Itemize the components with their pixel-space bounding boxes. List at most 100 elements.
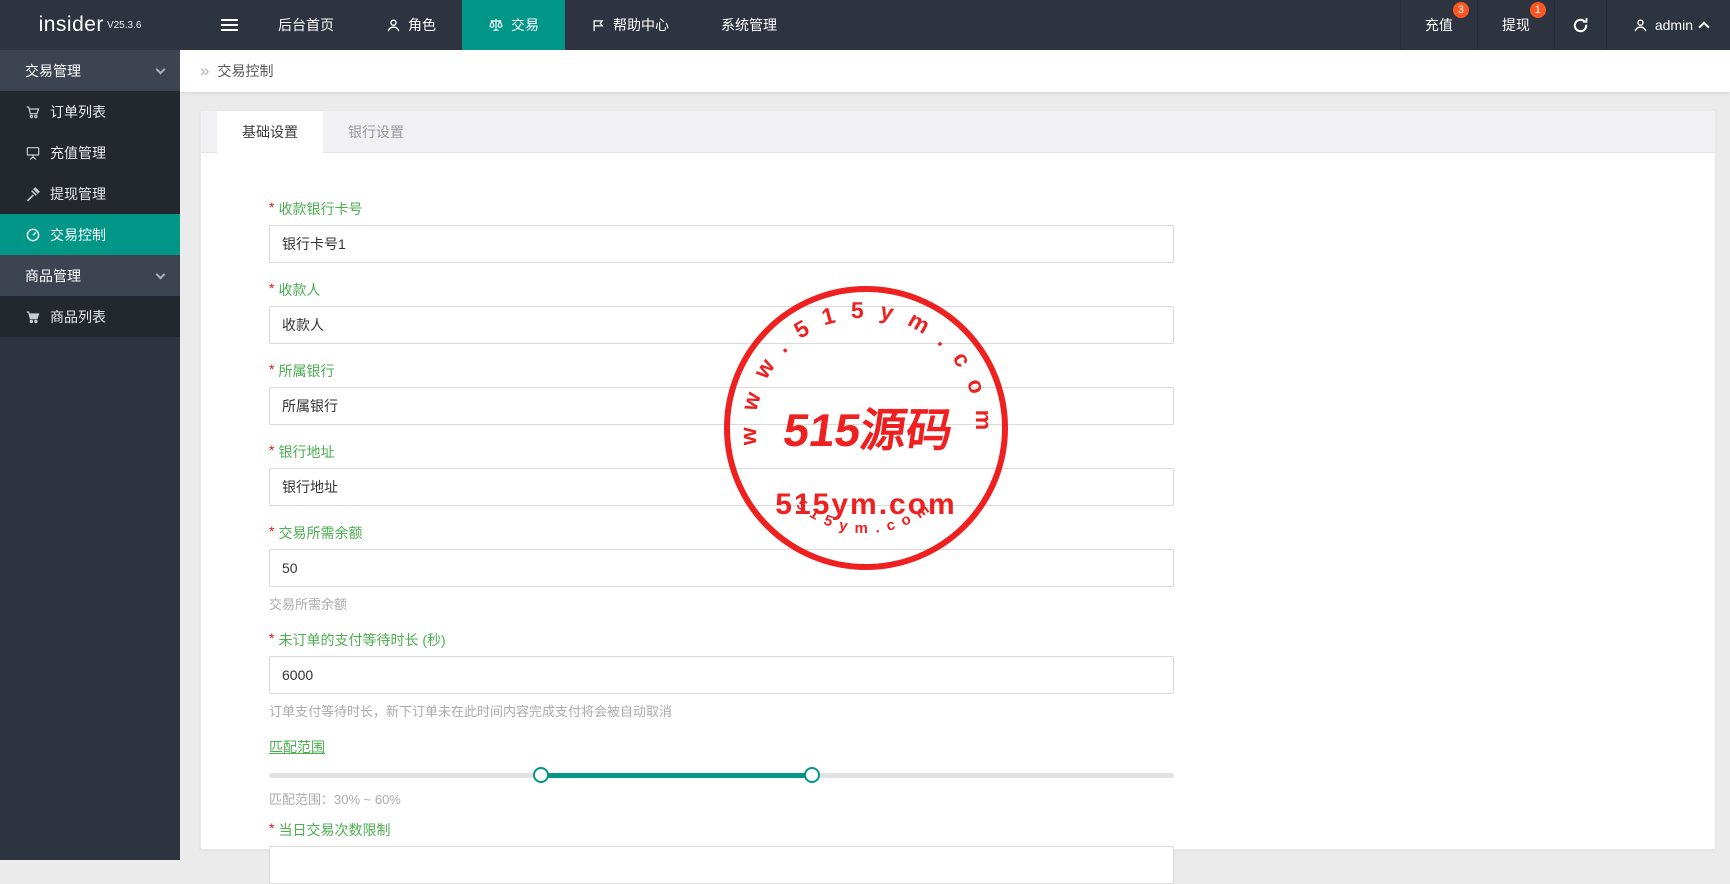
tab-strip: 基础设置 银行设置 bbox=[201, 111, 1715, 153]
nav-item-system[interactable]: 系统管理 bbox=[695, 0, 803, 50]
flag-icon bbox=[591, 18, 606, 33]
nav-item-label: 帮助中心 bbox=[613, 17, 669, 33]
chevron-down-icon bbox=[155, 269, 166, 279]
nav-item-roles[interactable]: 角色 bbox=[360, 0, 462, 50]
topbar: insider V25.3.6 后台首页 角色 交易 帮助中心 系统管理 充值 … bbox=[0, 0, 1730, 50]
scale-icon bbox=[488, 17, 504, 33]
field-daily-trade-limit: * 当日交易次数限制 bbox=[269, 820, 1174, 884]
logo-version: V25.3.6 bbox=[106, 19, 142, 31]
required-asterisk: * bbox=[269, 442, 275, 458]
required-balance-input[interactable] bbox=[269, 549, 1174, 587]
field-label: * 交易所需余额 bbox=[269, 523, 363, 541]
payment-wait-time-input[interactable] bbox=[269, 656, 1174, 694]
required-asterisk: * bbox=[269, 199, 275, 215]
nav-item-dashboard[interactable]: 后台首页 bbox=[252, 0, 360, 50]
sidebar-item-withdraw-management[interactable]: 提现管理 bbox=[0, 173, 180, 214]
settings-form: *收款银行卡号 *收款人 *所属银行 *银行地址 *交易所需余额 交易所需余额 bbox=[201, 153, 1715, 884]
bank-address-input[interactable] bbox=[269, 468, 1174, 506]
breadcrumb: » 交易控制 bbox=[180, 50, 1730, 92]
double-chevron-right-icon: » bbox=[200, 61, 210, 80]
field-label: * 银行地址 bbox=[269, 442, 335, 460]
required-asterisk: * bbox=[269, 820, 275, 836]
logo: insider V25.3.6 bbox=[0, 0, 180, 50]
chevron-up-icon bbox=[1698, 21, 1710, 33]
sidebar-item-recharge-management[interactable]: 充值管理 bbox=[0, 132, 180, 173]
nav-item-help-center[interactable]: 帮助中心 bbox=[565, 0, 695, 50]
tab-basic-settings[interactable]: 基础设置 bbox=[217, 111, 323, 153]
user-icon bbox=[1633, 18, 1648, 33]
sidebar-group-trade-management[interactable]: 交易管理 bbox=[0, 50, 180, 91]
recharge-badge: 3 bbox=[1452, 2, 1469, 18]
nav-item-label: 后台首页 bbox=[278, 17, 334, 33]
cart-icon bbox=[25, 104, 41, 120]
cart-icon bbox=[25, 309, 41, 325]
sidebar-item-label: 交易控制 bbox=[50, 226, 106, 243]
breadcrumb-text: 交易控制 bbox=[217, 63, 274, 79]
match-range-helper-text: 匹配范围：30% ~ 60% bbox=[269, 792, 401, 807]
username: admin bbox=[1654, 17, 1693, 33]
board-icon bbox=[25, 145, 41, 161]
field-payment-wait-time: *未订单的支付等待时长 (秒) 订单支付等待时长，新下订单未在此时间内容完成支付… bbox=[269, 630, 1174, 720]
sidebar-item-product-list[interactable]: 商品列表 bbox=[0, 296, 180, 337]
person-icon bbox=[386, 18, 401, 33]
tab-bank-settings[interactable]: 银行设置 bbox=[323, 111, 429, 153]
field-label: * 收款银行卡号 bbox=[269, 199, 363, 217]
payee-input[interactable] bbox=[269, 306, 1174, 344]
user-menu[interactable]: admin bbox=[1605, 0, 1730, 50]
topbar-actions: 充值 3 提现 1 admin bbox=[1399, 0, 1730, 50]
bank-card-number-input[interactable] bbox=[269, 225, 1174, 263]
field-label: * 当日交易次数限制 bbox=[269, 820, 391, 838]
nav-item-label: 角色 bbox=[408, 17, 436, 33]
nav-item-label: 交易 bbox=[511, 17, 539, 33]
logo-text: insider bbox=[38, 13, 104, 36]
required-asterisk: * bbox=[269, 361, 275, 377]
recharge-button[interactable]: 充值 3 bbox=[1399, 0, 1477, 50]
match-range-slider[interactable] bbox=[269, 767, 1174, 783]
sidebar-item-order-list[interactable]: 订单列表 bbox=[0, 91, 180, 132]
slider-handle-max[interactable] bbox=[804, 767, 820, 783]
sidebar-item-label: 提现管理 bbox=[50, 185, 106, 202]
match-range-label: 匹配范围 bbox=[269, 739, 325, 755]
sidebar-item-label: 订单列表 bbox=[50, 103, 106, 120]
tab-label: 银行设置 bbox=[348, 124, 404, 140]
nav-item-label: 系统管理 bbox=[721, 17, 777, 33]
sidebar-item-label: 商品列表 bbox=[50, 308, 106, 325]
gauge-icon bbox=[25, 227, 41, 243]
field-required-balance: *交易所需余额 交易所需余额 bbox=[269, 523, 1174, 613]
field-payee: * 收款人 bbox=[269, 280, 1174, 344]
field-label: * 收款人 bbox=[269, 280, 321, 298]
withdraw-badge: 1 bbox=[1529, 2, 1546, 18]
sidebar-group-product-management[interactable]: 商品管理 bbox=[0, 255, 180, 296]
bank-name-input[interactable] bbox=[269, 387, 1174, 425]
refresh-icon[interactable] bbox=[1553, 0, 1606, 50]
recharge-label: 充值 bbox=[1424, 17, 1453, 33]
gavel-icon bbox=[25, 186, 41, 202]
field-match-range: 匹配范围 匹配范围：30% ~ 60% bbox=[269, 737, 1174, 808]
chevron-down-icon bbox=[155, 64, 166, 74]
sidebar: 交易管理 订单列表 充值管理 提现管理 交易控制 商品管理 商品列表 bbox=[0, 50, 180, 860]
withdraw-button[interactable]: 提现 1 bbox=[1476, 0, 1554, 50]
hamburger-menu-icon[interactable] bbox=[212, 0, 246, 50]
field-helper-text: 订单支付等待时长，新下订单未在此时间内容完成支付将会被自动取消 bbox=[269, 704, 673, 719]
top-navigation: 后台首页 角色 交易 帮助中心 系统管理 bbox=[252, 0, 803, 50]
required-asterisk: * bbox=[269, 630, 275, 646]
withdraw-label: 提现 bbox=[1501, 17, 1530, 33]
slider-handle-min[interactable] bbox=[532, 767, 549, 783]
field-bank-name: * 所属银行 bbox=[269, 361, 1174, 425]
sidebar-item-trade-control[interactable]: 交易控制 bbox=[0, 214, 180, 255]
required-asterisk: * bbox=[269, 523, 275, 539]
daily-trade-limit-input[interactable] bbox=[269, 846, 1174, 884]
field-bank-card-number: * 收款银行卡号 bbox=[269, 199, 1174, 263]
sidebar-group-label: 交易管理 bbox=[25, 62, 81, 79]
sidebar-item-label: 充值管理 bbox=[50, 144, 106, 161]
nav-item-trade[interactable]: 交易 bbox=[462, 0, 565, 50]
slider-fill bbox=[540, 773, 812, 778]
sidebar-group-label: 商品管理 bbox=[25, 267, 81, 284]
content-card: 基础设置 银行设置 *收款银行卡号 *收款人 *所属银行 *银行地址 bbox=[200, 110, 1716, 884]
field-bank-address: * 银行地址 bbox=[269, 442, 1174, 506]
field-helper-text: 交易所需余额 bbox=[269, 597, 348, 612]
required-asterisk: * bbox=[269, 280, 275, 296]
field-label: * 未订单的支付等待时长 (秒) bbox=[269, 630, 446, 648]
tab-label: 基础设置 bbox=[242, 123, 298, 140]
main-content: » 交易控制 基础设置 银行设置 *收款银行卡号 *收款人 *所属银行 bbox=[180, 50, 1730, 884]
